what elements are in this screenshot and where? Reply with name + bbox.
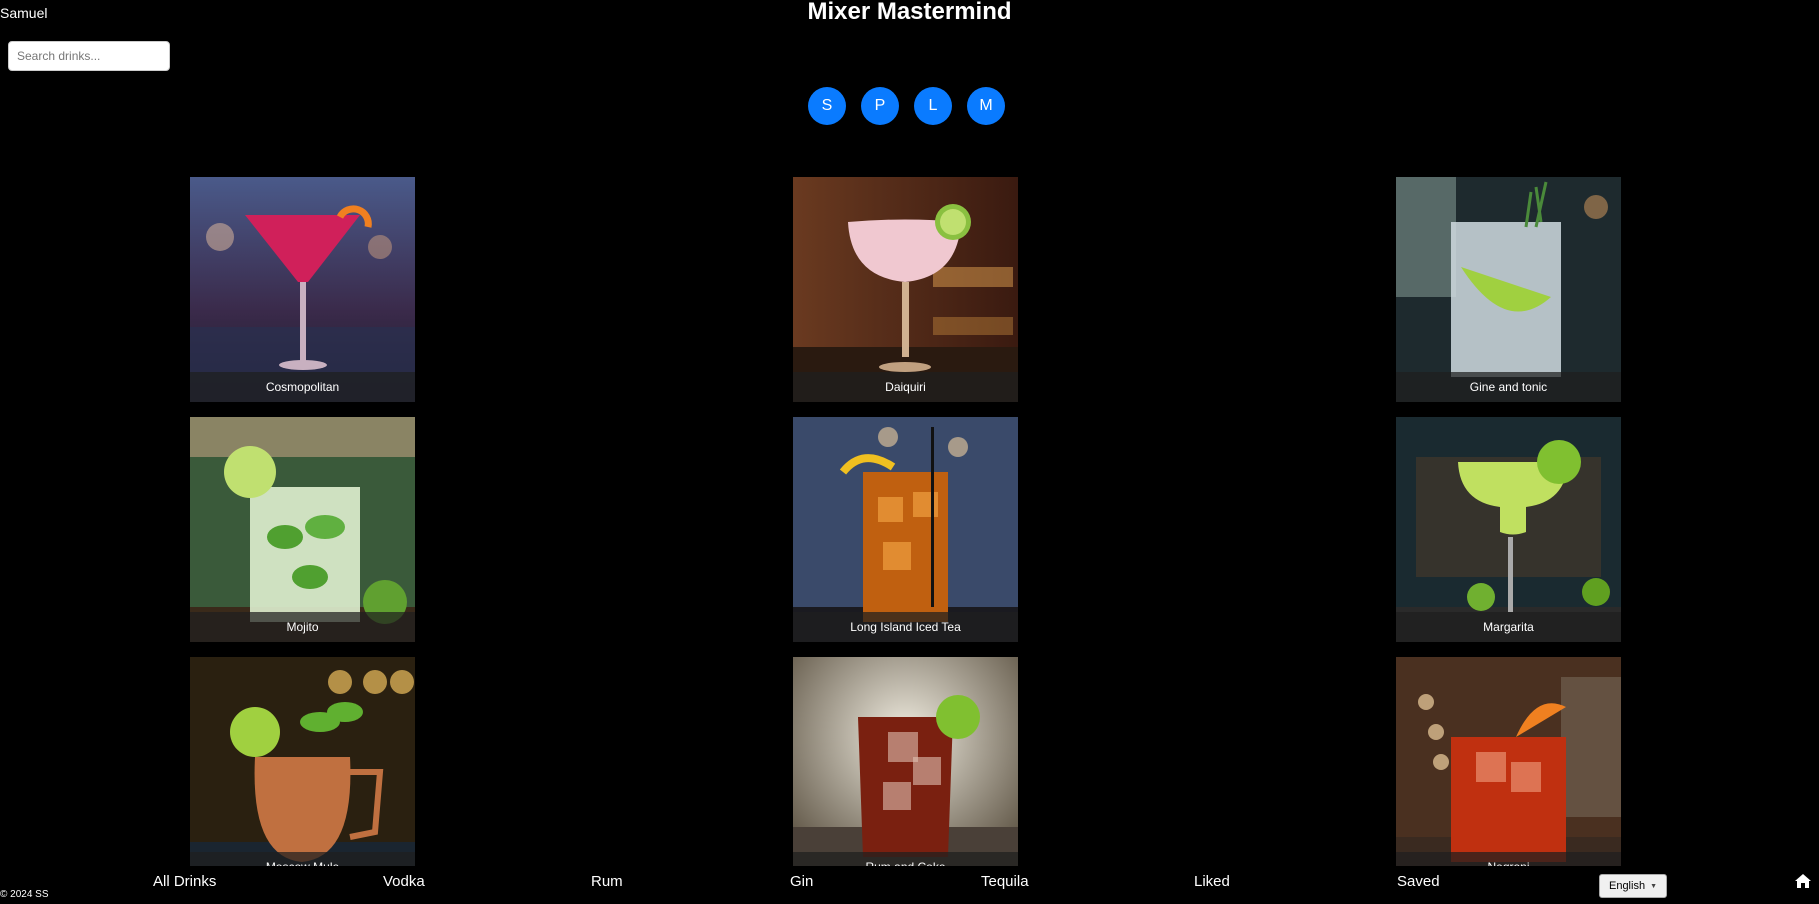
search-input[interactable] <box>8 41 170 71</box>
cosmopolitan-image <box>190 177 415 402</box>
nav-saved[interactable]: Saved <box>1397 873 1440 890</box>
moscow-mule-image <box>190 657 415 882</box>
category-nav: All Drinks Vodka Rum Gin Tequila Liked S… <box>0 873 1819 893</box>
long-island-iced-tea-image <box>793 417 1018 642</box>
drink-card[interactable]: Negroni <box>1396 657 1621 882</box>
mojito-image <box>190 417 415 642</box>
drink-card[interactable]: Daiquiri <box>793 177 1018 402</box>
drink-card[interactable]: Rum and Coke <box>793 657 1018 882</box>
nav-gin[interactable]: Gin <box>790 873 813 890</box>
nav-all-drinks[interactable]: All Drinks <box>153 873 216 890</box>
gin-and-tonic-image <box>1396 177 1621 402</box>
drink-name: Mojito <box>190 612 415 642</box>
drink-name: Daiquiri <box>793 372 1018 402</box>
drink-card[interactable]: Gine and tonic <box>1396 177 1621 402</box>
language-select[interactable]: English ▼ <box>1599 874 1667 898</box>
nav-tequila[interactable]: Tequila <box>981 873 1029 890</box>
home-icon[interactable] <box>1794 873 1812 889</box>
filter-button-p[interactable]: P <box>861 87 899 125</box>
caret-down-icon: ▼ <box>1650 882 1657 890</box>
drink-name: Cosmopolitan <box>190 372 415 402</box>
nav-liked[interactable]: Liked <box>1194 873 1230 890</box>
nav-vodka[interactable]: Vodka <box>383 873 425 890</box>
drink-name: Long Island Iced Tea <box>793 612 1018 642</box>
drink-card[interactable]: Moscow Mule <box>190 657 415 882</box>
drink-card[interactable]: Long Island Iced Tea <box>793 417 1018 642</box>
negroni-image <box>1396 657 1621 882</box>
drink-name: Gine and tonic <box>1396 372 1621 402</box>
rum-and-coke-image <box>793 657 1018 882</box>
drink-name: Margarita <box>1396 612 1621 642</box>
filter-button-m[interactable]: M <box>967 87 1005 125</box>
filter-buttons: S P L M <box>808 87 1005 125</box>
copyright: © 2024 SS <box>0 889 49 900</box>
margarita-image <box>1396 417 1621 642</box>
drink-card[interactable]: Margarita <box>1396 417 1621 642</box>
filter-button-s[interactable]: S <box>808 87 846 125</box>
language-label: English <box>1608 880 1646 892</box>
drink-card[interactable]: Cosmopolitan <box>190 177 415 402</box>
nav-rum[interactable]: Rum <box>591 873 623 890</box>
page-title: Mixer Mastermind <box>807 0 1012 25</box>
daiquiri-image <box>793 177 1018 402</box>
filter-button-l[interactable]: L <box>914 87 952 125</box>
drink-card[interactable]: Mojito <box>190 417 415 642</box>
